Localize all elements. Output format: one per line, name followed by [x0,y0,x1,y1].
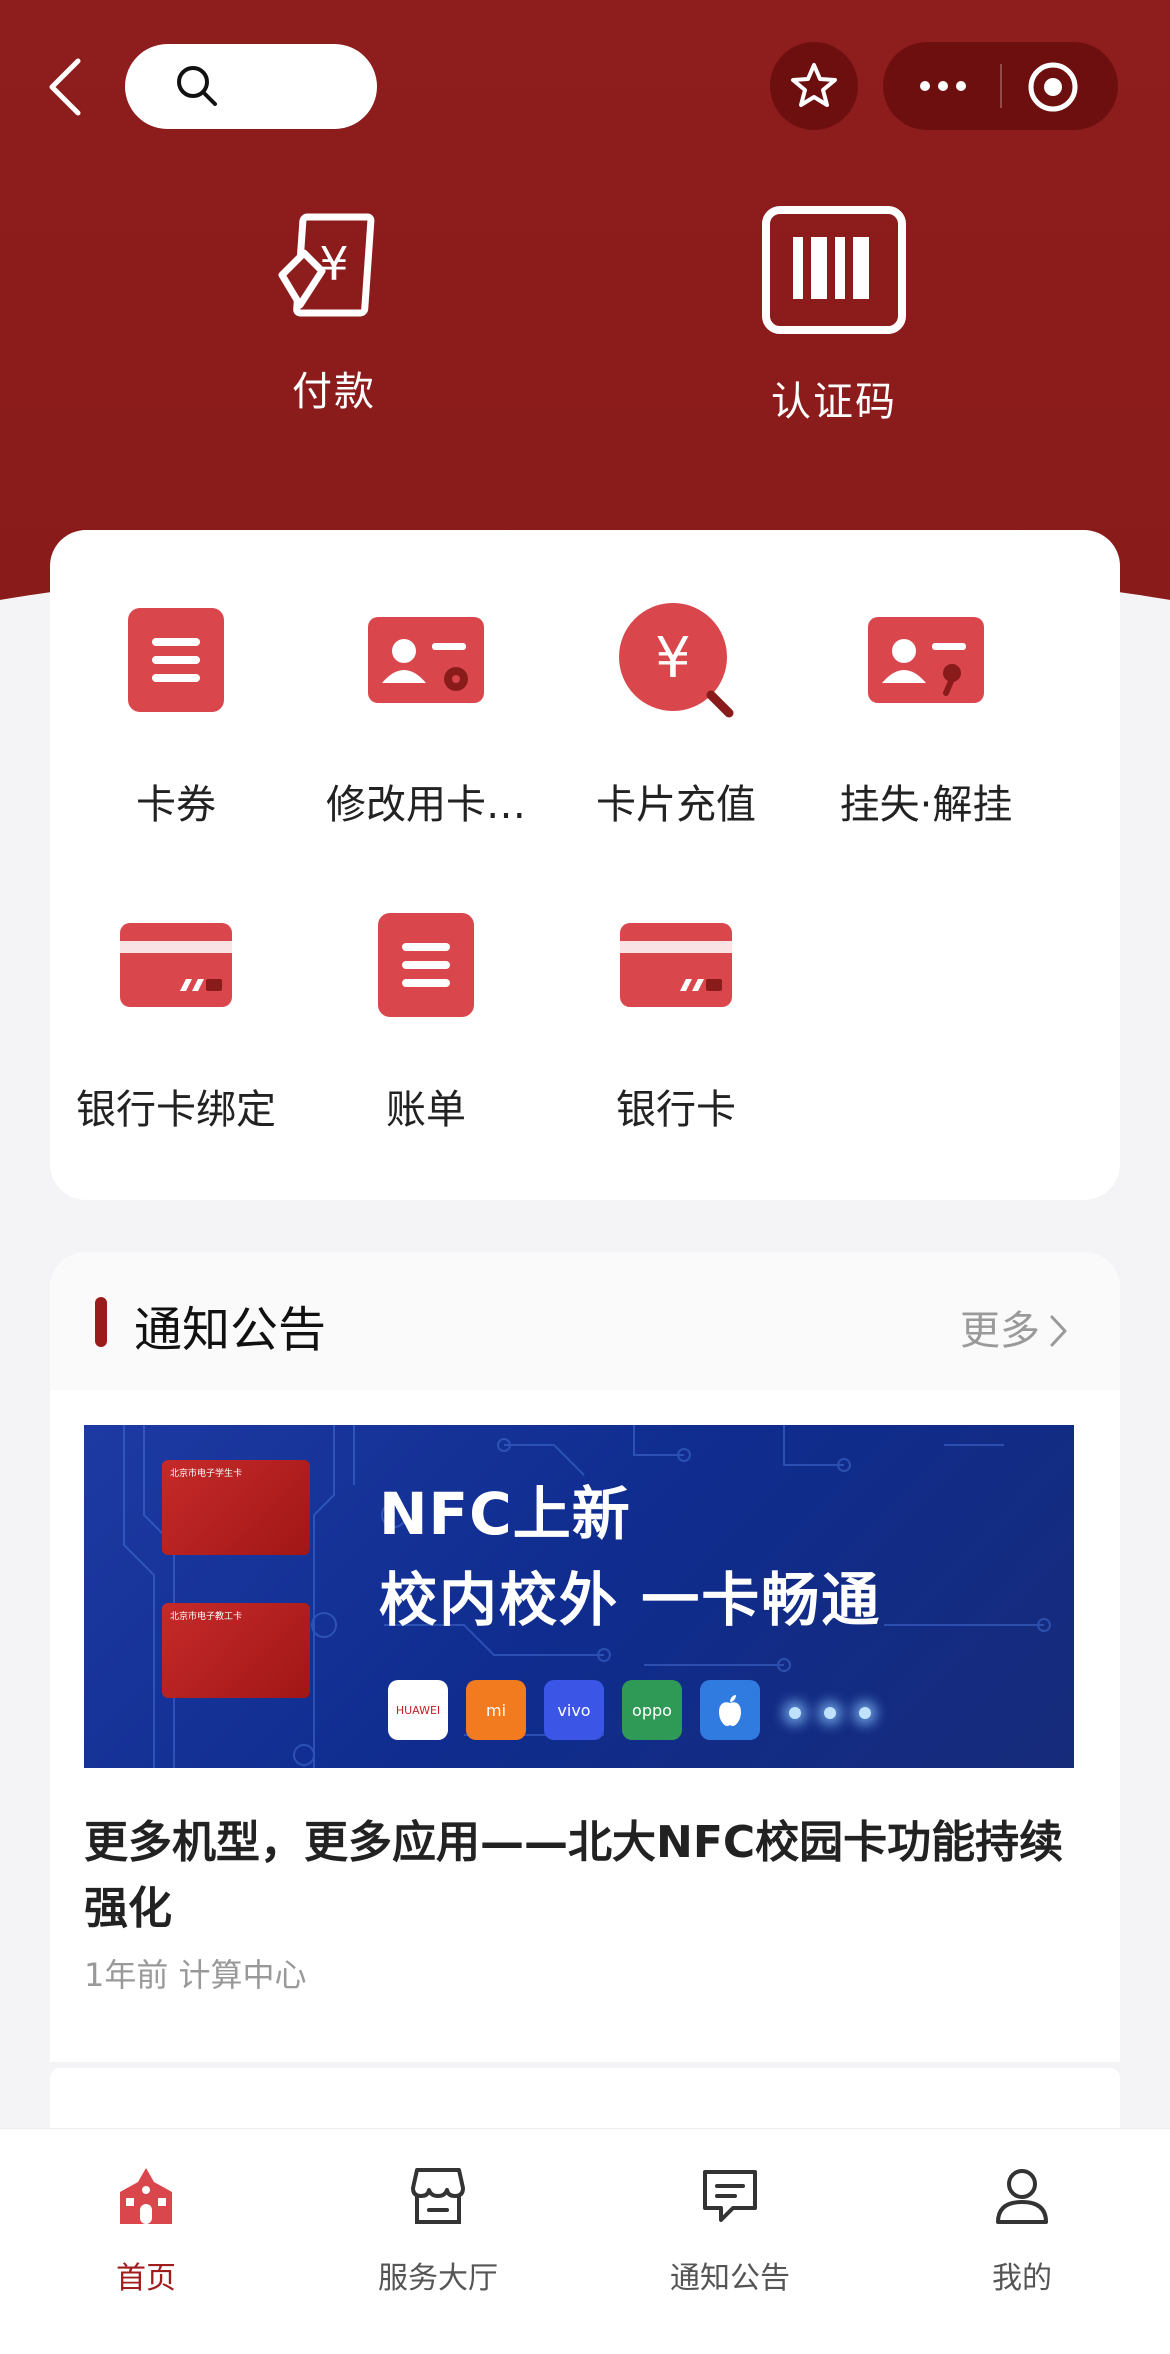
payment-icon: ¥ [278,213,375,317]
tab-home[interactable]: 首页 [0,2161,292,2297]
bill-icon [378,913,474,1017]
close-miniapp-icon[interactable] [1025,59,1081,115]
staff-card-image: 北京市电子教工卡 [162,1603,310,1698]
star-icon [791,63,837,107]
auth-code-label: 认证码 [771,379,897,425]
pay-label: 付款 [292,369,376,415]
card-lock-icon [868,617,984,703]
message-icon [703,2170,757,2222]
card-text: 北京市电子学生卡 [170,1469,243,1479]
capsule-divider [1000,64,1002,108]
search-button[interactable] [125,44,377,129]
bank-card-icon [120,923,232,1007]
more-link[interactable]: 更多 [960,1298,1068,1356]
search-icon [177,66,217,106]
pay-button[interactable]: ¥ 付款 [234,205,434,417]
service-label: 挂失·解挂 [839,782,1013,828]
tab-service-hall[interactable]: 服务大厅 [292,2161,584,2297]
list-icon [128,608,224,712]
service-bill[interactable]: 账单 [301,905,551,1135]
notice-title: 通知公告 [134,1302,327,1358]
tab-notice[interactable]: 通知公告 [584,2161,876,2297]
service-label: 卡券 [136,782,216,828]
tab-label: 服务大厅 [378,2261,498,2296]
huawei-logo: HUAWEI [388,1680,448,1740]
apple-logo [700,1680,760,1740]
student-card-image: 北京市电子学生卡 [162,1460,310,1555]
bank-card-icon [620,923,732,1007]
service-label: 银行卡绑定 [76,1087,276,1133]
service-bank-card[interactable]: 银行卡 [551,905,801,1135]
tab-mine[interactable]: 我的 [876,2161,1168,2297]
more-icon[interactable] [913,64,973,108]
tab-label: 首页 [116,2261,176,2296]
light-dot [859,1707,871,1719]
svg-text:¥: ¥ [319,237,348,291]
barcode-icon [762,206,906,334]
section-accent-bar [95,1297,107,1347]
banner-headline: NFC上新 [379,1480,631,1548]
card-settings-icon [368,617,484,703]
notice-section: 通知公告 更多 北京市电子学生卡 北京市电子教工卡 NFC上新 校内校外 一卡畅… [50,1252,1120,2062]
service-bind-bank-card[interactable]: 银行卡绑定 [51,905,301,1135]
store-icon [411,2168,465,2224]
service-label: 银行卡 [616,1087,736,1133]
article-meta: 1年前 计算中心 [84,1956,307,1994]
service-label: 账单 [386,1087,466,1133]
service-coupon[interactable]: 卡券 [51,600,301,830]
apple-icon [719,1695,741,1726]
tab-label: 通知公告 [670,2261,790,2296]
xiaomi-logo: mi [466,1680,526,1740]
favorite-button[interactable] [770,42,858,130]
oppo-logo: oppo [622,1680,682,1740]
light-dot [824,1707,836,1719]
miniapp-capsule [883,42,1118,130]
service-grid: 卡券 修改用卡… ¥ 卡片充值 挂失·解挂 银行卡绑定 账单 银行卡 [50,530,1120,1200]
chevron-left-icon [49,58,81,116]
svg-text:¥: ¥ [655,626,691,691]
article-banner-image[interactable]: 北京市电子学生卡 北京市电子教工卡 NFC上新 校内校外 一卡畅通 HUAWEI… [84,1425,1074,1768]
campus-home-icon [120,2168,172,2224]
chevron-right-icon [1050,1315,1067,1347]
vivo-logo: vivo [544,1680,604,1740]
article-title[interactable]: 更多机型，更多应用——北大NFC校园卡功能持续强化 [84,1810,1084,1942]
banner-subheadline: 校内校外 一卡畅通 [379,1566,882,1634]
notice-header: 通知公告 更多 [50,1252,1120,1390]
bottom-tab-bar: 首页 服务大厅 通知公告 我的 [0,2128,1170,2354]
user-icon [996,2169,1048,2224]
light-dot [789,1707,801,1719]
more-label: 更多 [960,1308,1040,1354]
recharge-icon: ¥ [619,603,734,718]
card-text: 北京市电子教工卡 [170,1612,243,1622]
notice-article[interactable]: 北京市电子学生卡 北京市电子教工卡 NFC上新 校内校外 一卡畅通 HUAWEI… [50,1390,1120,2062]
service-modify-card[interactable]: 修改用卡… [301,600,551,830]
service-label: 修改用卡… [326,782,526,828]
service-label: 卡片充值 [596,782,756,828]
service-report-loss[interactable]: 挂失·解挂 [801,600,1051,830]
auth-code-button[interactable]: 认证码 [734,205,934,427]
back-button[interactable] [44,55,84,119]
service-recharge[interactable]: ¥ 卡片充值 [551,600,801,830]
tab-label: 我的 [992,2261,1052,2296]
